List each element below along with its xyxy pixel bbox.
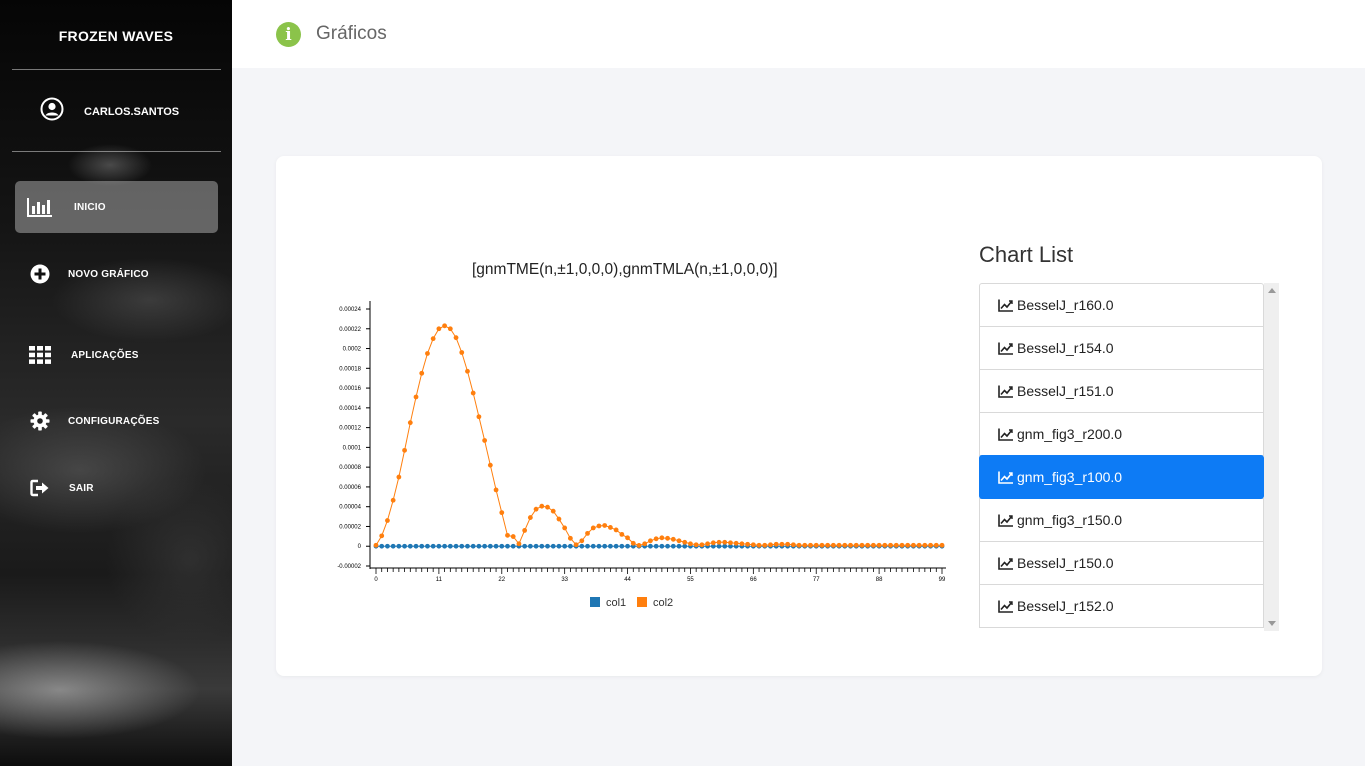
line-chart-icon <box>998 514 1013 527</box>
chart-list-item-label: BesselJ_r152.0 <box>1017 598 1114 614</box>
nav-label: APLICAÇÕES <box>71 349 139 361</box>
user-profile[interactable]: CARLOS.SANTOS <box>40 97 179 126</box>
info-icon: i <box>276 22 301 47</box>
sidebar-divider <box>12 69 221 70</box>
plus-circle-icon <box>26 260 54 288</box>
sidebar-divider <box>12 151 221 152</box>
chart-list-item[interactable]: BesselJ_r160.0 <box>979 283 1264 327</box>
gear-icon <box>26 407 54 435</box>
chart-list-item[interactable]: gnm_fig3_r150.0 <box>979 498 1264 542</box>
username: CARLOS.SANTOS <box>84 105 180 118</box>
chart-title: [gnmTME(n,±1,0,0,0),gnmTMLA(n,±1,0,0,0)] <box>472 261 778 278</box>
grid-icon <box>26 341 54 369</box>
nav-label: SAIR <box>69 482 94 494</box>
chart-list-item-label: BesselJ_r160.0 <box>1017 297 1114 313</box>
nav-item-configuracoes[interactable]: CONFIGURAÇÕES <box>15 395 218 447</box>
top-header: i Gráficos <box>232 0 1365 68</box>
page-title: Gráficos <box>316 23 387 44</box>
chart-list-item-label: BesselJ_r150.0 <box>1017 555 1114 571</box>
line-chart-icon <box>998 385 1013 398</box>
chart-list: BesselJ_r160.0 BesselJ_r154.0 BesselJ_r151… <box>979 283 1279 631</box>
line-chart-icon <box>998 600 1013 613</box>
chart-list-item-label: BesselJ_r151.0 <box>1017 383 1114 399</box>
chart-list-item-label: gnm_fig3_r100.0 <box>1017 469 1123 485</box>
brand-title: FROZEN WAVES <box>58 28 174 44</box>
chart-list-item-label: gnm_fig3_r200.0 <box>1017 426 1123 442</box>
nav-label: CONFIGURAÇÕES <box>68 415 160 427</box>
sign-out-icon <box>26 474 54 502</box>
sidebar: FROZEN WAVES CARLOS.SANTOS INICIO NOVO G… <box>0 0 232 766</box>
chart-list-item[interactable]: BesselJ_r151.0 <box>979 369 1264 413</box>
nav-item-aplicacoes[interactable]: APLICAÇÕES <box>15 329 218 381</box>
nav-item-sair[interactable]: SAIR <box>15 462 218 514</box>
chart-list-item[interactable]: BesselJ_r152.0 <box>979 584 1264 628</box>
chart-list-item[interactable]: gnm_fig3_r200.0 <box>979 412 1264 456</box>
chart-list-item[interactable]: gnm_fig3_r100.0 <box>979 455 1264 499</box>
line-chart-icon <box>998 299 1013 312</box>
line-chart-icon <box>998 428 1013 441</box>
user-avatar-icon <box>40 97 64 126</box>
line-chart-icon <box>998 557 1013 570</box>
line-chart-icon <box>998 471 1013 484</box>
chart-list-item[interactable]: BesselJ_r150.0 <box>979 541 1264 585</box>
scroll-down-arrow-icon[interactable] <box>1268 621 1276 626</box>
nav-item-inicio[interactable]: INICIO <box>15 181 218 233</box>
chart-list-scrollbar[interactable] <box>1264 283 1279 631</box>
nav-item-novo-grafico[interactable]: NOVO GRÁFICO <box>15 248 218 300</box>
chart-list-title: Chart List <box>979 242 1074 267</box>
nav-label: NOVO GRÁFICO <box>68 268 149 280</box>
bar-chart-icon <box>26 193 54 221</box>
chart-list-item[interactable]: BesselJ_r154.0 <box>979 326 1264 370</box>
line-chart-icon <box>998 342 1013 355</box>
chart-list-item-label: gnm_fig3_r150.0 <box>1017 512 1123 528</box>
nav-label: INICIO <box>74 201 106 213</box>
scroll-up-arrow-icon[interactable] <box>1268 288 1276 293</box>
chart-list-item-label: BesselJ_r154.0 <box>1017 340 1114 356</box>
